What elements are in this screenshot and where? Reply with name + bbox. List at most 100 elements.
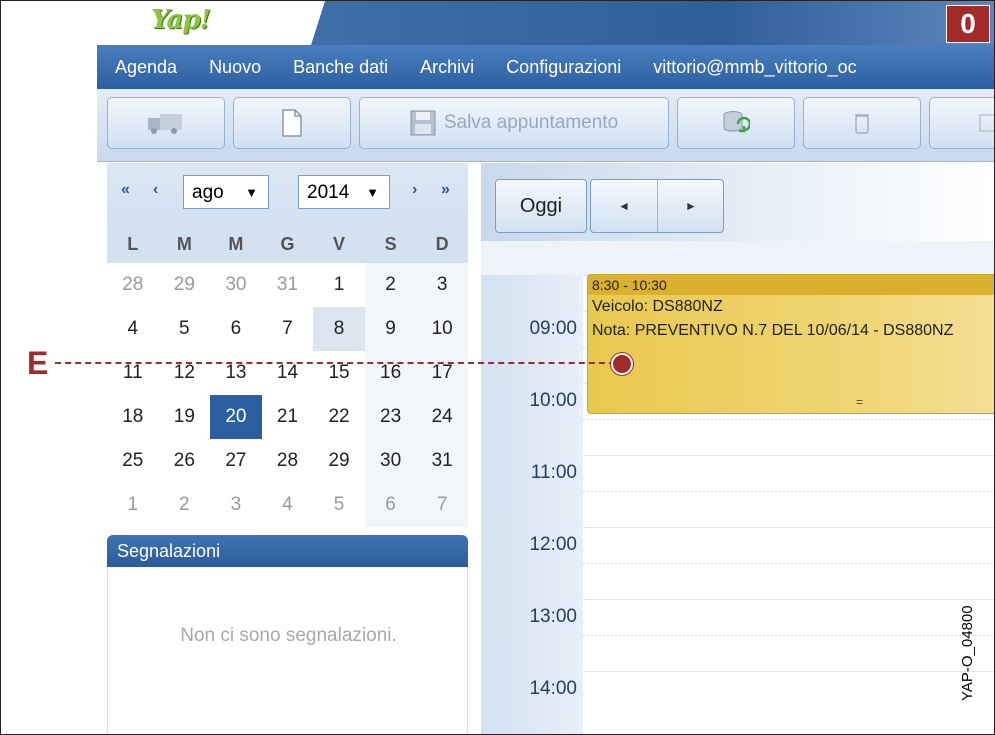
calendar-day[interactable]: 8 [313, 307, 365, 351]
app-window: Yap! 0 Agenda Nuovo Banche dati Archivi Conf… [97, 1, 994, 734]
calendar-day[interactable]: 29 [313, 439, 365, 483]
weekday-header: L [107, 225, 159, 263]
first-month-button[interactable]: « [121, 181, 130, 199]
calendar-day[interactable]: 16 [364, 351, 417, 395]
calendar-day[interactable]: 24 [416, 395, 468, 439]
calendar-day[interactable]: 5 [313, 483, 365, 527]
calendar-day[interactable]: 1 [107, 483, 159, 527]
calendar-day[interactable]: 29 [159, 263, 211, 307]
menu-banche-dati[interactable]: Banche dati [293, 45, 388, 89]
year-select-value: 2014 [307, 182, 350, 203]
weekday-header: G [261, 225, 314, 263]
segnalazioni-panel: Non ci sono segnalazioni. [107, 567, 468, 734]
calendar-day[interactable]: 28 [262, 439, 314, 483]
next-month-button[interactable]: › [412, 181, 417, 199]
calendar-day[interactable]: 20 [210, 395, 262, 439]
calendar-day[interactable]: 27 [210, 439, 262, 483]
period-navigation: ◄ ► [590, 179, 724, 233]
calendar-day[interactable]: 5 [159, 307, 211, 351]
month-select-value: ago [192, 182, 224, 203]
calendar-day[interactable]: 3 [416, 263, 468, 307]
resize-handle[interactable]: = [856, 395, 863, 409]
calendar-day[interactable]: 31 [262, 263, 314, 307]
appointment-note: Nota: PREVENTIVO N.7 DEL 10/06/14 - DS88… [592, 322, 954, 339]
calendar-day[interactable]: 23 [364, 395, 417, 439]
save-appointment-label: Salva appuntamento [443, 112, 619, 133]
calendar-day[interactable]: 19 [159, 395, 211, 439]
calendar-day[interactable]: 30 [210, 263, 262, 307]
app-logo: Yap! [151, 5, 211, 35]
delete-button[interactable] [803, 97, 921, 149]
calendar-day[interactable]: 21 [262, 395, 314, 439]
menu-archivi[interactable]: Archivi [420, 45, 474, 89]
calendar-day[interactable]: 28 [107, 263, 159, 307]
callout-label: E [27, 345, 49, 381]
weekday-header: V [313, 225, 365, 263]
calendar-day[interactable]: 17 [416, 351, 468, 395]
calendar-day[interactable]: 31 [416, 439, 468, 483]
hour-label: 09:00 [529, 318, 577, 339]
arrow-left-icon: ◄ [618, 199, 630, 213]
last-month-button[interactable]: » [441, 181, 450, 199]
refresh-button[interactable] [677, 97, 795, 149]
calendar-grid: L M M G V S D 28 29 30 31 1 2 3 4 5 6 7 8 9 10 11 12 13 1… [107, 225, 468, 527]
next-period-button[interactable]: ► [658, 180, 724, 232]
calendar-day[interactable]: 14 [262, 351, 314, 395]
figure-reference-code: YAP-O_04800 [959, 605, 976, 701]
calendar-day[interactable]: 15 [313, 351, 365, 395]
calendar-day[interactable]: 18 [107, 395, 159, 439]
calendar-day[interactable]: 4 [262, 483, 314, 527]
menu-nuovo[interactable]: Nuovo [209, 45, 261, 89]
callout-number-badge: 0 [946, 5, 990, 43]
hour-label: 11:00 [530, 462, 577, 483]
agenda-panel: Oggi ◄ ► 09:00 10:00 11:00 12:00 13:00 1… [481, 163, 994, 734]
calendar-day[interactable]: 2 [364, 263, 417, 307]
calendar-day[interactable]: 25 [107, 439, 159, 483]
menu-user-account[interactable]: vittorio@mmb_vittorio_oc [653, 45, 856, 89]
calendar-week-row: 1234567 [107, 483, 468, 527]
calendar-day[interactable]: 13 [210, 351, 262, 395]
calendar-day[interactable]: 6 [210, 307, 262, 351]
callout-target-dot [611, 353, 633, 375]
calendar-day[interactable]: 10 [416, 307, 468, 351]
hour-label: 12:00 [529, 534, 577, 555]
hour-gridline [583, 527, 994, 528]
new-document-button[interactable] [233, 97, 351, 149]
screenshot-frame: Yap! 0 Agenda Nuovo Banche dati Archivi Conf… [0, 0, 995, 735]
hour-label: 14:00 [529, 678, 577, 699]
calendar-day[interactable]: 7 [262, 307, 314, 351]
calendar-day[interactable]: 9 [364, 307, 417, 351]
calendar-week-row: 28 29 30 31 1 2 3 [107, 263, 468, 307]
weekday-header: S [364, 225, 417, 263]
half-hour-gridline [583, 635, 994, 636]
calendar-day[interactable]: 26 [159, 439, 211, 483]
hour-label: 10:00 [529, 390, 577, 411]
calendar-day[interactable]: 3 [210, 483, 262, 527]
calendar-day[interactable]: 22 [313, 395, 365, 439]
calendar-day[interactable]: 4 [107, 307, 159, 351]
save-appointment-button[interactable]: Salva appuntamento [359, 97, 669, 149]
prev-period-button[interactable]: ◄ [591, 180, 657, 232]
vehicle-button[interactable] [107, 97, 225, 149]
trash-icon [855, 114, 869, 134]
menu-agenda[interactable]: Agenda [115, 45, 177, 89]
agenda-toolbar: Oggi ◄ ► [481, 163, 994, 241]
today-button-label: Oggi [519, 194, 563, 217]
calendar-day[interactable]: 2 [159, 483, 211, 527]
calendar-day[interactable]: 12 [159, 351, 211, 395]
year-select[interactable]: 2014 ▼ [298, 175, 390, 209]
segnalazioni-header: Segnalazioni [107, 535, 468, 567]
month-select[interactable]: ago ▼ [183, 175, 269, 209]
calendar-day[interactable]: 11 [107, 351, 159, 395]
menu-configurazioni[interactable]: Configurazioni [506, 45, 621, 89]
calendar-day[interactable]: 30 [364, 439, 417, 483]
year-dropdown-caret-icon: ▼ [366, 185, 379, 200]
calendar-day[interactable]: 1 [313, 263, 365, 307]
calendar-day[interactable]: 7 [416, 483, 468, 527]
calendar-day[interactable]: 6 [364, 483, 417, 527]
today-button[interactable]: Oggi [495, 179, 587, 233]
print-button[interactable] [929, 97, 994, 149]
prev-month-button[interactable]: ‹ [153, 181, 158, 199]
weekday-header: M [158, 225, 211, 263]
appointment-event[interactable]: 8:30 - 10:30 Veicolo: DS880NZ Nota: PREV… [587, 274, 994, 414]
